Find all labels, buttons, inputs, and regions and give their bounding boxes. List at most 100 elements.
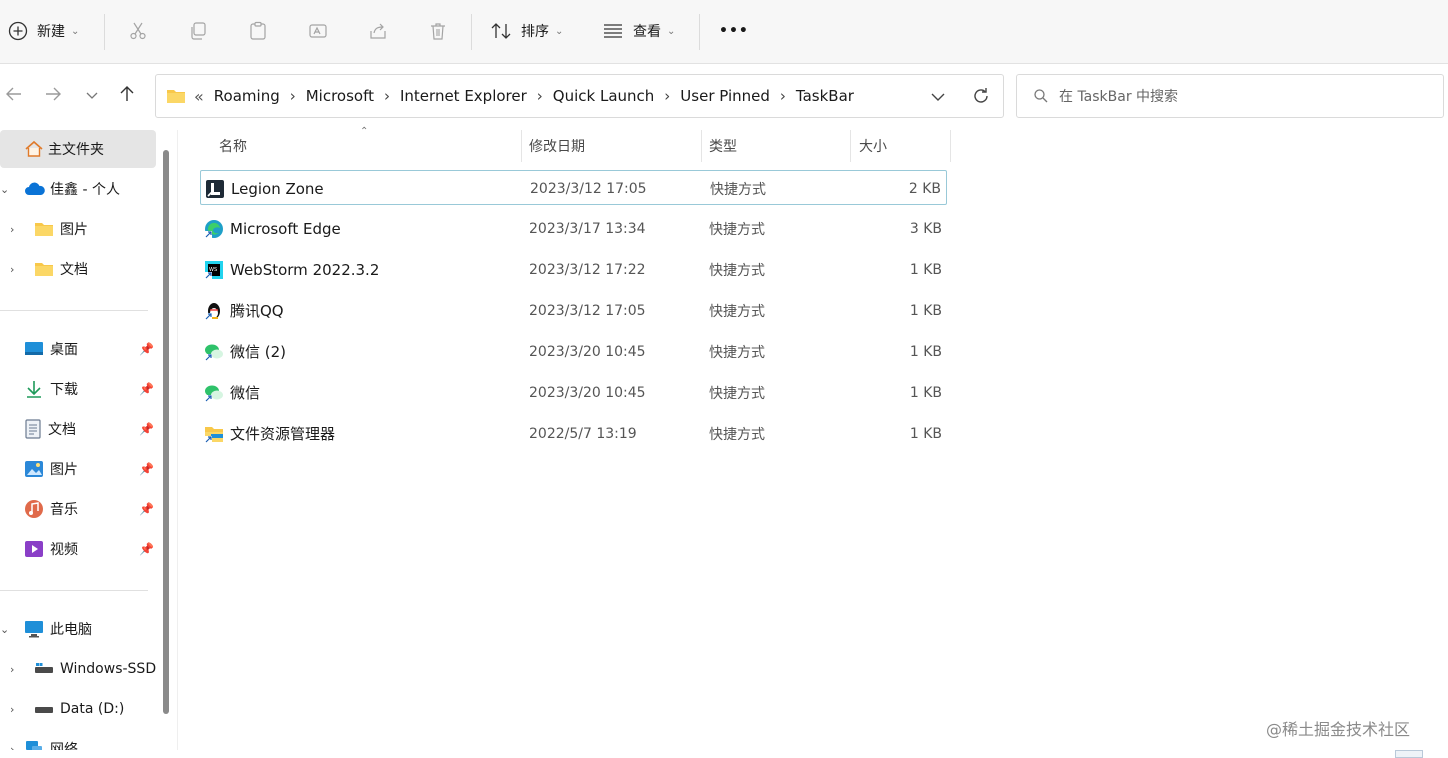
sidebar-item-network[interactable]: › 网络 [0, 730, 158, 750]
new-button[interactable]: 新建 ⌄ [8, 14, 79, 48]
column-header-size[interactable]: 大小 [859, 130, 887, 162]
sidebar-item-videos[interactable]: 视频 📌 [0, 530, 158, 568]
cut-button[interactable] [128, 14, 148, 48]
column-header-row: ⌃ 名称 修改日期 类型 大小 [200, 126, 951, 162]
chevron-right-icon[interactable]: › [780, 87, 786, 105]
sidebar-item-onedrive[interactable]: ⌄ 佳鑫 - 个人 [0, 170, 158, 208]
sidebar-item-pictures[interactable]: 图片 📌 [0, 450, 158, 488]
back-button[interactable] [0, 82, 28, 110]
arrow-right-icon [44, 85, 62, 107]
breadcrumb-item[interactable]: Internet Explorer [400, 87, 527, 105]
chevron-down-icon[interactable]: ⌄ [0, 183, 9, 196]
column-header-date[interactable]: 修改日期 [529, 130, 585, 162]
pin-icon[interactable]: 📌 [139, 462, 154, 476]
column-header-name[interactable]: 名称 [219, 130, 247, 162]
search-placeholder: 在 TaskBar 中搜索 [1059, 89, 1179, 105]
sidebar-item-documents[interactable]: 文档 📌 [0, 410, 158, 448]
recent-locations-button[interactable] [78, 82, 106, 110]
file-type: 快捷方式 [709, 426, 765, 443]
pin-icon[interactable]: 📌 [139, 502, 154, 516]
pin-icon[interactable]: 📌 [139, 542, 154, 556]
folder-icon [34, 221, 54, 237]
sidebar-scrollbar[interactable] [163, 150, 169, 714]
sidebar-item-thispc[interactable]: ⌄ 此电脑 [0, 610, 158, 648]
chevron-right-icon[interactable]: › [537, 87, 543, 105]
copy-button[interactable] [188, 14, 208, 48]
chevron-right-icon[interactable]: › [664, 87, 670, 105]
sort-button-label: 排序 [521, 24, 549, 40]
chevron-right-icon[interactable]: › [10, 263, 14, 276]
table-row[interactable]: 文件资源管理器 2022/5/7 13:19 快捷方式 1 KB [200, 416, 947, 451]
forward-button[interactable] [39, 82, 67, 110]
file-type: 快捷方式 [709, 344, 765, 361]
sidebar-item-downloads[interactable]: 下载 📌 [0, 370, 158, 408]
address-bar[interactable]: « Roaming › Microsoft › Internet Explore… [155, 74, 1004, 118]
file-size: 1 KB [909, 302, 942, 319]
video-icon [24, 540, 44, 558]
column-header-type[interactable]: 类型 [709, 130, 737, 162]
pin-icon[interactable]: 📌 [139, 422, 154, 436]
refresh-button[interactable] [971, 86, 991, 110]
sidebar-item-onedrive-pictures[interactable]: › 图片 [0, 210, 158, 248]
sidebar-item-drive-c[interactable]: › Windows-SSD [0, 650, 158, 688]
sidebar-item-music[interactable]: 音乐 📌 [0, 490, 158, 528]
table-row[interactable]: Legion Zone 2023/3/12 17:05 快捷方式 2 KB [200, 170, 947, 205]
refresh-icon [971, 88, 991, 110]
breadcrumb-item[interactable]: Microsoft [306, 87, 374, 105]
table-row[interactable]: WS WebStorm 2022.3.2 2023/3/12 17:22 快捷方… [200, 252, 947, 287]
pin-icon[interactable]: 📌 [139, 342, 154, 356]
breadcrumb-item[interactable]: Roaming [214, 87, 280, 105]
chevron-down-icon[interactable]: ⌄ [0, 623, 9, 636]
breadcrumb-item[interactable]: User Pinned [680, 87, 770, 105]
table-row[interactable]: 微信 2023/3/20 10:45 快捷方式 1 KB [200, 375, 947, 410]
sidebar-item-label: 图片 [50, 462, 78, 478]
sidebar-item-home[interactable]: 主文件夹 [0, 130, 156, 168]
arrow-left-icon [5, 85, 23, 107]
file-type: 快捷方式 [709, 221, 765, 238]
chevron-right-icon[interactable]: › [290, 87, 296, 105]
more-options-button[interactable]: ••• [719, 14, 749, 48]
up-button[interactable] [113, 82, 141, 110]
breadcrumb-item[interactable]: Quick Launch [553, 87, 655, 105]
download-icon [24, 379, 44, 399]
chevron-right-icon[interactable]: › [10, 223, 14, 236]
paste-button[interactable] [248, 14, 268, 48]
sidebar-item-desktop[interactable]: 桌面 📌 [0, 330, 158, 368]
rename-button[interactable] [308, 14, 328, 48]
share-button[interactable] [368, 14, 388, 48]
delete-button[interactable] [428, 14, 448, 48]
view-toggle-button[interactable] [1395, 750, 1423, 758]
file-name: WebStorm 2022.3.2 [230, 260, 380, 279]
file-name: Microsoft Edge [230, 219, 341, 238]
pin-icon[interactable]: 📌 [139, 382, 154, 396]
new-button-label: 新建 [37, 24, 65, 40]
sort-button[interactable]: 排序 ⌄ [490, 14, 563, 48]
sort-icon [490, 21, 512, 41]
file-type: 快捷方式 [709, 385, 765, 402]
chevron-right-icon[interactable]: › [10, 743, 14, 751]
toolbar-divider [471, 14, 472, 50]
view-button[interactable]: 查看 ⌄ [602, 14, 675, 48]
chevron-right-icon[interactable]: › [10, 663, 14, 676]
view-button-label: 查看 [633, 24, 661, 40]
sidebar-item-onedrive-docs[interactable]: › 文档 [0, 250, 158, 288]
file-date: 2023/3/20 10:45 [529, 343, 646, 360]
chevron-right-icon[interactable]: › [384, 87, 390, 105]
column-resize-handle[interactable] [850, 130, 851, 162]
breadcrumb-overflow[interactable]: « [194, 87, 204, 106]
file-type: 快捷方式 [710, 181, 766, 198]
sidebar-item-label: 主文件夹 [48, 142, 104, 158]
table-row[interactable]: Microsoft Edge 2023/3/17 13:34 快捷方式 3 KB [200, 211, 947, 246]
column-resize-handle[interactable] [701, 130, 702, 162]
file-size: 3 KB [909, 220, 942, 237]
column-resize-handle[interactable] [950, 130, 951, 162]
address-history-button[interactable] [930, 89, 946, 108]
home-icon [24, 139, 44, 159]
column-resize-handle[interactable] [521, 130, 522, 162]
search-input[interactable]: 在 TaskBar 中搜索 [1016, 74, 1444, 118]
sidebar-item-drive-d[interactable]: › Data (D:) [0, 690, 158, 728]
breadcrumb-item[interactable]: TaskBar [796, 87, 854, 105]
table-row[interactable]: 腾讯QQ 2023/3/12 17:05 快捷方式 1 KB [200, 293, 947, 328]
chevron-right-icon[interactable]: › [10, 703, 14, 716]
table-row[interactable]: 微信 (2) 2023/3/20 10:45 快捷方式 1 KB [200, 334, 947, 369]
